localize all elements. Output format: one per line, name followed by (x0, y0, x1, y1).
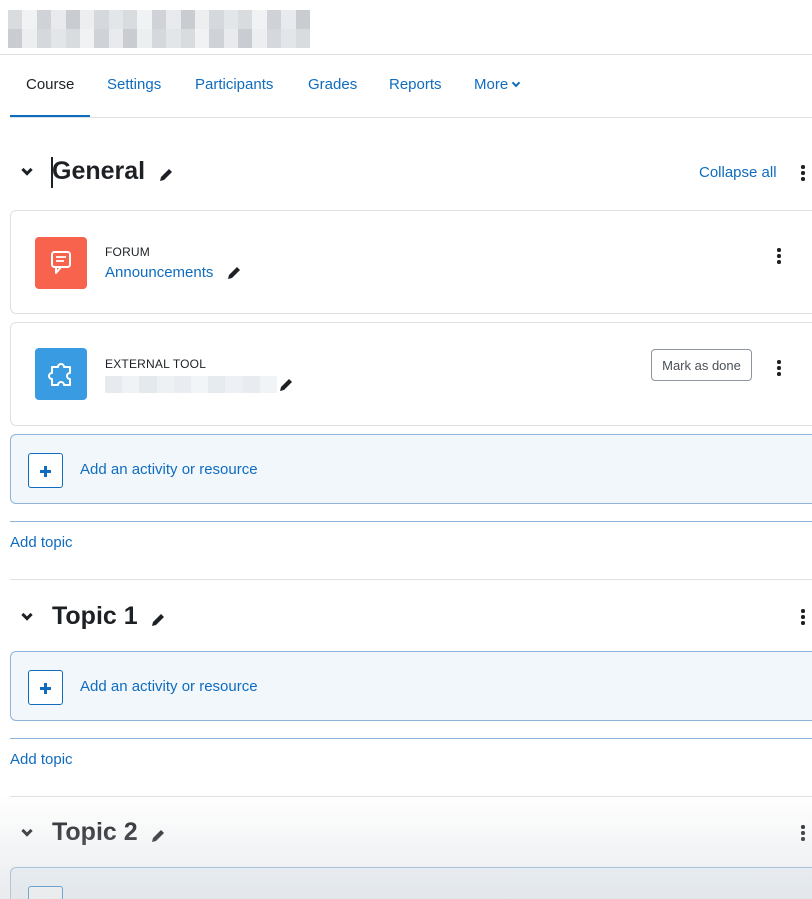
add-topic-divider (10, 521, 812, 522)
mark-as-done-button[interactable]: Mark as done (651, 349, 752, 381)
add-topic-divider (10, 738, 812, 739)
tab-settings[interactable]: Settings (107, 76, 161, 93)
activity-name-link[interactable]: Announcements (105, 264, 213, 281)
add-activity-button[interactable]: Add an activity or resource (10, 651, 812, 721)
activity-type-label: EXTERNAL TOOL (105, 357, 207, 371)
activity-menu-icon[interactable] (777, 248, 781, 264)
tab-reports[interactable]: Reports (389, 76, 442, 93)
pencil-icon[interactable] (278, 377, 294, 393)
forum-icon (35, 237, 87, 289)
activity-name-blurred[interactable] (105, 376, 278, 393)
activity-menu-icon[interactable] (777, 360, 781, 376)
course-title-blurred (8, 10, 310, 48)
section-title: General (52, 157, 146, 185)
tab-course[interactable]: Course (26, 76, 74, 93)
activity-card-external-tool: EXTERNAL TOOL Mark as done (10, 322, 812, 426)
puzzle-icon (35, 348, 87, 400)
activity-type-label: FORUM (105, 245, 150, 259)
plus-icon (28, 886, 63, 899)
tab-more[interactable]: More (474, 76, 521, 93)
section-topic-2-header: Topic 2 (10, 814, 812, 854)
collapse-section-icon[interactable] (21, 609, 33, 622)
section-title: Topic 2 (52, 818, 138, 846)
collapse-section-icon[interactable] (21, 825, 33, 838)
add-topic-link[interactable]: Add topic (10, 534, 73, 551)
add-activity-button[interactable] (10, 867, 812, 899)
pencil-icon[interactable] (226, 265, 242, 281)
add-activity-label: Add an activity or resource (80, 678, 258, 695)
section-divider (10, 796, 812, 797)
section-title: Topic 1 (52, 602, 138, 630)
pencil-icon[interactable] (150, 828, 166, 844)
add-topic-link[interactable]: Add topic (10, 751, 73, 768)
section-menu-icon[interactable] (801, 165, 805, 181)
section-topic-1-header: Topic 1 (10, 598, 812, 638)
header-divider (0, 54, 812, 55)
chevron-down-icon (511, 78, 521, 88)
tab-grades[interactable]: Grades (308, 76, 357, 93)
section-general-header: General (10, 153, 812, 193)
section-menu-icon[interactable] (801, 609, 805, 625)
tab-more-label: More (474, 76, 509, 93)
activity-card-forum: FORUM Announcements (10, 210, 812, 314)
pencil-icon[interactable] (158, 167, 174, 183)
add-activity-label: Add an activity or resource (80, 461, 258, 478)
course-nav: Course Settings Participants Grades Repo… (10, 62, 812, 118)
collapse-all-link[interactable]: Collapse all (699, 164, 777, 181)
collapse-section-icon[interactable] (21, 164, 33, 177)
add-activity-button[interactable]: Add an activity or resource (10, 434, 812, 504)
pencil-icon[interactable] (150, 612, 166, 628)
section-menu-icon[interactable] (801, 825, 805, 841)
tab-participants[interactable]: Participants (195, 76, 273, 93)
plus-icon (28, 453, 63, 488)
text-cursor (51, 157, 53, 188)
plus-icon (28, 670, 63, 705)
section-divider (10, 579, 812, 580)
nav-divider (10, 117, 812, 118)
